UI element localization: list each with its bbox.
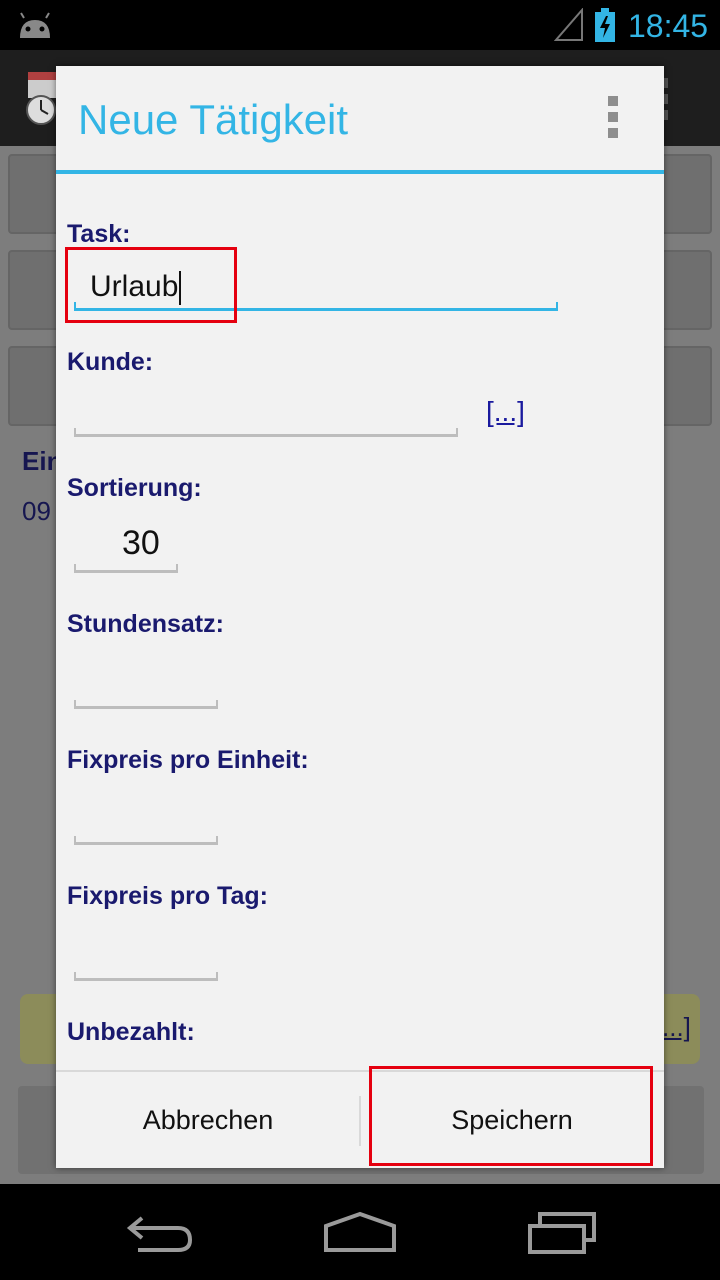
task-label: Task: [67,220,131,248]
fixpreis-einheit-input[interactable] [74,836,218,845]
save-highlight-box [369,1066,653,1166]
title-divider [56,170,664,174]
back-icon[interactable] [124,1210,196,1254]
status-bar: 18:45 [0,0,720,50]
kunde-label: Kunde: [67,348,154,376]
sortierung-input-value: 30 [122,524,160,562]
task-highlight-box [65,247,237,323]
sortierung-label: Sortierung: [67,474,202,502]
unbezahlt-label: Unbezahlt: [67,1018,195,1046]
navigation-bar [0,1184,720,1280]
fixpreis-einheit-label: Fixpreis pro Einheit: [67,746,309,774]
home-icon[interactable] [322,1210,398,1254]
stundensatz-label: Stundensatz: [67,610,224,638]
android-notification-icon [20,12,50,38]
cancel-button[interactable]: Abbrechen [56,1072,360,1168]
new-activity-dialog: Neue Tätigkeit Task: Urlaub Kunde: [...]… [56,66,664,1168]
fixpreis-tag-label: Fixpreis pro Tag: [67,882,268,910]
fixpreis-tag-input[interactable] [74,972,218,981]
status-clock: 18:45 [628,8,709,44]
background-value: 09 [22,496,51,526]
kunde-input[interactable] [74,428,458,437]
background-link: ...] [662,1012,691,1042]
overflow-menu-icon[interactable] [602,96,624,140]
stundensatz-input[interactable] [74,700,218,709]
battery-charging-icon [595,8,615,42]
signal-icon [554,8,583,41]
dialog-title: Neue Tätigkeit [78,96,349,143]
kunde-picker-link[interactable]: [...] [486,396,525,428]
sortierung-input[interactable] [74,564,178,573]
recent-apps-icon[interactable] [526,1210,598,1254]
